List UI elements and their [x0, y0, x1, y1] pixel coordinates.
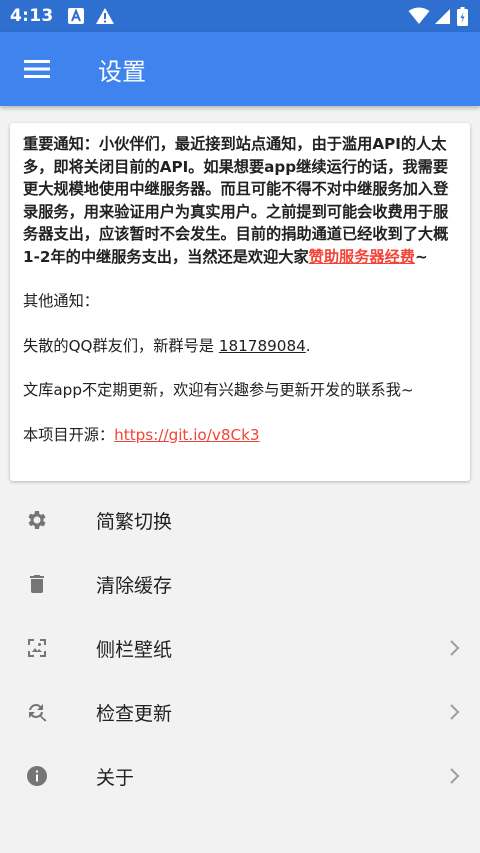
warning-icon	[95, 7, 115, 25]
settings-item-check-update[interactable]: 检查更新	[0, 680, 480, 744]
chevron-right-icon	[430, 703, 480, 721]
source-link[interactable]: https://git.io/v8Ck3	[114, 426, 259, 444]
settings-list: 简繁切换 清除缓存 侧栏壁纸 检查更新 关于	[0, 488, 480, 808]
settings-item-about[interactable]: 关于	[0, 744, 480, 808]
wifi-icon	[408, 7, 430, 25]
qq-number[interactable]: 181789084	[219, 337, 306, 355]
status-bar: 4:13	[0, 0, 480, 32]
hamburger-menu-icon[interactable]	[0, 32, 74, 106]
open-source-notice: 本项目开源：https://git.io/v8Ck3	[23, 424, 457, 447]
app-bar: 设置	[0, 32, 480, 106]
sponsor-link[interactable]: 赞助服务器经费	[309, 248, 415, 266]
gear-icon	[0, 508, 74, 532]
qq-group-notice: 失散的QQ群友们，新群号是 181789084.	[23, 335, 457, 358]
notice-suffix: ~	[414, 247, 428, 266]
settings-item-label: 侧栏壁纸	[96, 638, 173, 661]
important-notice: 重要通知：小伙伴们，最近接到站点通知，由于滥用API的人太多，即将关闭目前的AP…	[23, 133, 457, 268]
chevron-right-icon	[430, 639, 480, 657]
settings-item-clear-cache[interactable]: 清除缓存	[0, 552, 480, 616]
settings-item-simplified-traditional[interactable]: 简繁切换	[0, 488, 480, 552]
settings-item-label: 关于	[96, 766, 135, 789]
settings-item-sidebar-wallpaper[interactable]: 侧栏壁纸	[0, 616, 480, 680]
refresh-search-icon	[0, 700, 74, 724]
qq-prefix: 失散的QQ群友们，新群号是	[23, 336, 219, 355]
settings-item-label: 检查更新	[96, 702, 173, 725]
trash-icon	[0, 572, 74, 596]
battery-icon	[457, 6, 468, 26]
update-notice: 文库app不定期更新，欢迎有兴趣参与更新开发的联系我~	[23, 381, 414, 399]
settings-item-label: 清除缓存	[96, 574, 173, 597]
notice-text: 重要通知：小伙伴们，最近接到站点通知，由于滥用API的人太多，即将关闭目前的AP…	[23, 135, 449, 266]
notification-a-icon	[67, 7, 85, 25]
page-title: 设置	[98, 57, 146, 86]
status-time: 4:13	[10, 6, 54, 26]
info-icon	[0, 764, 74, 788]
notice-card: 重要通知：小伙伴们，最近接到站点通知，由于滥用API的人太多，即将关闭目前的AP…	[10, 123, 470, 481]
settings-item-label: 简繁切换	[96, 510, 173, 533]
qq-suffix: .	[305, 336, 311, 355]
chevron-right-icon	[430, 767, 480, 785]
wallpaper-icon	[0, 636, 74, 660]
signal-icon	[434, 8, 451, 25]
other-notice-heading: 其他通知：	[23, 292, 99, 310]
source-prefix: 本项目开源：	[23, 425, 115, 444]
